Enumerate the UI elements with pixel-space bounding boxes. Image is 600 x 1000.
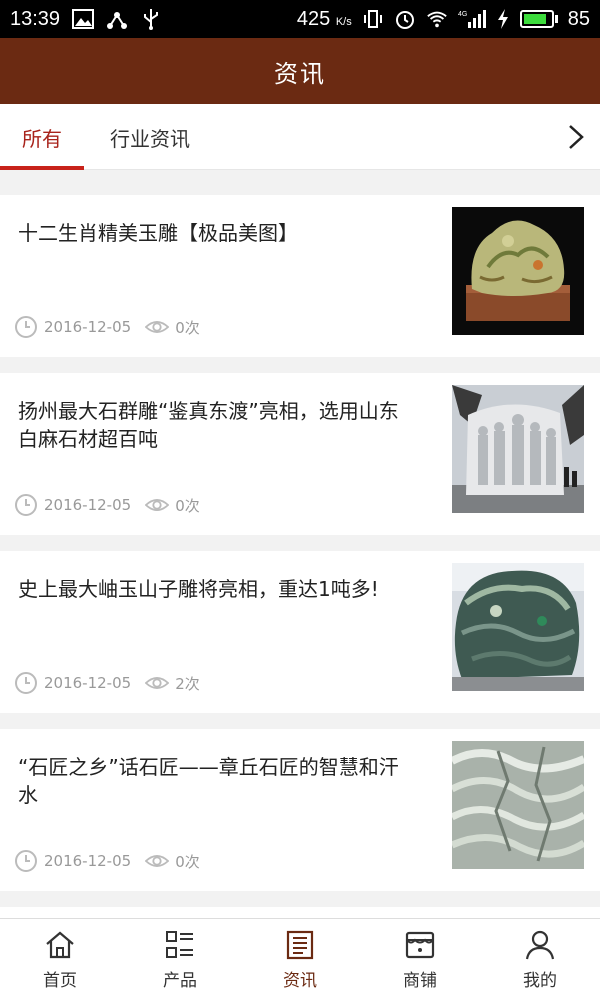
article-views: 2次 bbox=[175, 674, 200, 693]
nav-shop[interactable]: 商铺 bbox=[360, 919, 480, 1000]
nav-label: 首页 bbox=[43, 971, 77, 991]
page-title: 资讯 bbox=[274, 59, 326, 88]
clock-icon bbox=[14, 493, 38, 517]
image-notification-icon bbox=[72, 8, 95, 30]
article-views: 0次 bbox=[175, 852, 200, 871]
nav-products[interactable]: 产品 bbox=[120, 919, 240, 1000]
article-meta: 2016-12-05 0次 bbox=[14, 315, 200, 339]
nav-mine[interactable]: 我的 bbox=[480, 919, 600, 1000]
home-icon bbox=[43, 928, 77, 962]
clock-icon bbox=[14, 671, 38, 695]
article-date: 2016-12-05 bbox=[44, 496, 132, 514]
tab-industry-news[interactable]: 行业资讯 bbox=[100, 104, 200, 170]
vibrate-icon bbox=[362, 8, 384, 30]
news-icon bbox=[283, 928, 317, 962]
nav-label: 资讯 bbox=[283, 971, 317, 991]
chevron-right-icon[interactable] bbox=[558, 120, 592, 154]
nav-label: 商铺 bbox=[403, 971, 437, 991]
svg-text:4G: 4G bbox=[458, 11, 467, 18]
article-title: 扬州最大石群雕“鉴真东渡”亮相，选用山东白麻石材超百吨 bbox=[18, 399, 399, 451]
clock-icon bbox=[14, 315, 38, 339]
user-icon bbox=[523, 928, 557, 962]
article-views: 0次 bbox=[175, 496, 200, 515]
list-item[interactable]: 扬州最大石群雕“鉴真东渡”亮相，选用山东白麻石材超百吨 2016-12-05 0… bbox=[0, 373, 600, 535]
net-speed: 425 K/s bbox=[296, 7, 352, 30]
app-header: 资讯 bbox=[0, 38, 600, 104]
list-item bbox=[0, 907, 600, 918]
list-item[interactable]: 十二生肖精美玉雕【极品美图】 2016-12-05 0次 bbox=[0, 195, 600, 357]
usb-icon bbox=[140, 8, 162, 30]
article-thumbnail[interactable] bbox=[452, 207, 584, 335]
eye-icon bbox=[145, 315, 170, 339]
nav-label: 我的 bbox=[523, 971, 557, 991]
battery-percent: 85 bbox=[567, 7, 590, 30]
nav-home[interactable]: 首页 bbox=[0, 919, 120, 1000]
grid-list-icon bbox=[163, 928, 197, 962]
article-title: 史上最大岫玉山子雕将亮相，重达1吨多! bbox=[18, 577, 379, 601]
article-meta: 2016-12-05 2次 bbox=[14, 671, 200, 695]
wifi-icon bbox=[426, 8, 448, 30]
list-item[interactable]: “石匠之乡”话石匠——章丘石匠的智慧和汗水 2016-12-05 0次 bbox=[0, 729, 600, 891]
nav-label: 产品 bbox=[163, 971, 197, 991]
article-meta: 2016-12-05 0次 bbox=[14, 493, 200, 517]
article-title: 十二生肖精美玉雕【极品美图】 bbox=[18, 221, 298, 245]
clock-icon bbox=[14, 849, 38, 873]
signal-4g-icon: 4G bbox=[458, 8, 486, 30]
eye-icon bbox=[145, 849, 170, 873]
article-thumbnail[interactable] bbox=[452, 563, 584, 691]
list-item[interactable]: 史上最大岫玉山子雕将亮相，重达1吨多! 2016-12-05 2次 bbox=[0, 551, 600, 713]
article-views: 0次 bbox=[175, 318, 200, 337]
battery-icon bbox=[519, 10, 558, 28]
eye-icon bbox=[145, 671, 170, 695]
nav-news[interactable]: 资讯 bbox=[240, 919, 360, 1000]
bottom-navigation: 首页 产品 资讯 商铺 我的 bbox=[0, 918, 600, 1000]
article-date: 2016-12-05 bbox=[44, 674, 132, 692]
article-title: “石匠之乡”话石匠——章丘石匠的智慧和汗水 bbox=[18, 755, 399, 807]
shop-icon bbox=[403, 928, 437, 962]
tab-all[interactable]: 所有 bbox=[0, 104, 84, 170]
article-meta: 2016-12-05 0次 bbox=[14, 849, 200, 873]
article-date: 2016-12-05 bbox=[44, 852, 132, 870]
share-notification-icon bbox=[106, 8, 128, 30]
charging-icon bbox=[496, 8, 510, 30]
alarm-icon bbox=[394, 8, 416, 30]
article-date: 2016-12-05 bbox=[44, 318, 132, 336]
article-thumbnail[interactable] bbox=[452, 385, 584, 513]
status-bar: 13:39 425 K/s 4G 85 bbox=[0, 0, 600, 38]
eye-icon bbox=[145, 493, 170, 517]
category-tabs: 所有 行业资讯 bbox=[0, 104, 600, 170]
article-thumbnail[interactable] bbox=[452, 741, 584, 869]
status-time: 13:39 bbox=[10, 7, 61, 30]
